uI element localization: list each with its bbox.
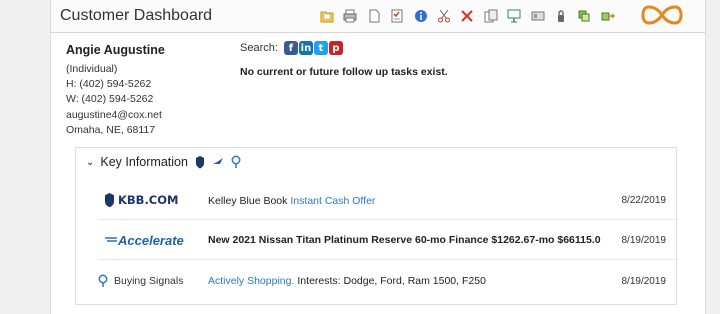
contact-info: Angie Augustine (Individual) H: (402) 59… bbox=[66, 43, 165, 138]
row-description: Kelley Blue Book bbox=[208, 194, 288, 207]
print-icon[interactable] bbox=[342, 8, 358, 24]
accelerate-logo: Accelerate bbox=[104, 221, 184, 259]
contact-type: (Individual) bbox=[66, 63, 118, 75]
row-description: Interests: Dodge, Ford, Ram 1500, F250 bbox=[297, 275, 486, 287]
key-information-title: Key Information bbox=[100, 155, 188, 169]
document-icon[interactable] bbox=[366, 8, 382, 24]
copy-icon[interactable] bbox=[483, 8, 499, 24]
contact-location: Omaha, NE, 68117 bbox=[66, 123, 156, 136]
key-information-section: ⌄ Key Information KBB.COM Kelley Blue Bo… bbox=[75, 147, 678, 305]
key-info-row[interactable]: Accelerate New 2021 Nissan Titan Platinu… bbox=[98, 221, 678, 260]
customer-dashboard-panel: Customer Dashboard Angie Augustine (Indi… bbox=[50, 0, 706, 314]
accelerate-swoosh-icon[interactable] bbox=[212, 157, 224, 167]
chevron-down-icon[interactable]: ⌄ bbox=[86, 157, 94, 168]
lightbulb-icon[interactable] bbox=[231, 155, 241, 169]
checklist-icon[interactable] bbox=[389, 8, 405, 24]
pinterest-icon[interactable]: p bbox=[328, 41, 343, 55]
toolbar bbox=[319, 5, 623, 27]
actively-shopping-link[interactable]: Actively Shopping. bbox=[208, 275, 294, 287]
scissors-icon[interactable] bbox=[436, 8, 452, 24]
tasks-message: No current or future follow up tasks exi… bbox=[240, 66, 448, 78]
card-icon[interactable] bbox=[530, 8, 546, 24]
contact-name: Angie Augustine bbox=[66, 43, 165, 57]
email-address[interactable]: augustine4@cox.net bbox=[66, 108, 165, 123]
presentation-icon[interactable] bbox=[506, 8, 522, 24]
social-search: Search: f in t p bbox=[240, 41, 344, 55]
page-title: Customer Dashboard bbox=[60, 7, 213, 24]
key-info-row[interactable]: KBB.COM Kelley Blue Book Instant Cash Of… bbox=[98, 182, 678, 220]
folder-note-icon[interactable] bbox=[319, 8, 335, 24]
infinity-logo-icon[interactable] bbox=[641, 4, 683, 26]
accelerate-swoosh-icon bbox=[105, 237, 117, 242]
linkedin-icon[interactable]: in bbox=[298, 41, 313, 55]
home-phone[interactable]: H: (402) 594-5262 bbox=[66, 77, 165, 92]
instant-cash-offer-link[interactable]: Instant Cash Offer bbox=[290, 195, 375, 207]
search-label: Search: bbox=[240, 42, 278, 54]
layers-icon[interactable] bbox=[576, 8, 592, 24]
buying-signals-label: Buying Signals bbox=[98, 261, 183, 301]
facebook-icon[interactable]: f bbox=[283, 41, 298, 55]
info-icon[interactable] bbox=[413, 8, 429, 24]
kbb-badge-icon[interactable] bbox=[195, 155, 205, 169]
row-date: 8/19/2019 bbox=[621, 275, 667, 287]
key-info-row[interactable]: Buying Signals Actively Shopping. Intere… bbox=[98, 261, 678, 301]
dashboard-header: Customer Dashboard bbox=[51, 0, 705, 33]
lightbulb-icon bbox=[98, 274, 108, 287]
kbb-logo: KBB.COM bbox=[104, 192, 178, 208]
delete-icon[interactable] bbox=[459, 8, 475, 24]
twitter-icon[interactable]: t bbox=[313, 41, 328, 55]
kbb-shield-icon bbox=[105, 193, 114, 208]
row-description: New 2021 Nissan Titan Platinum Reserve 6… bbox=[208, 234, 601, 246]
work-phone[interactable]: W: (402) 594-5262 bbox=[66, 92, 165, 107]
lock-icon[interactable] bbox=[553, 8, 569, 24]
transfer-icon[interactable] bbox=[600, 8, 616, 24]
row-date: 8/19/2019 bbox=[621, 234, 667, 246]
row-date: 8/22/2019 bbox=[621, 195, 667, 206]
key-information-header[interactable]: ⌄ Key Information bbox=[86, 155, 241, 169]
